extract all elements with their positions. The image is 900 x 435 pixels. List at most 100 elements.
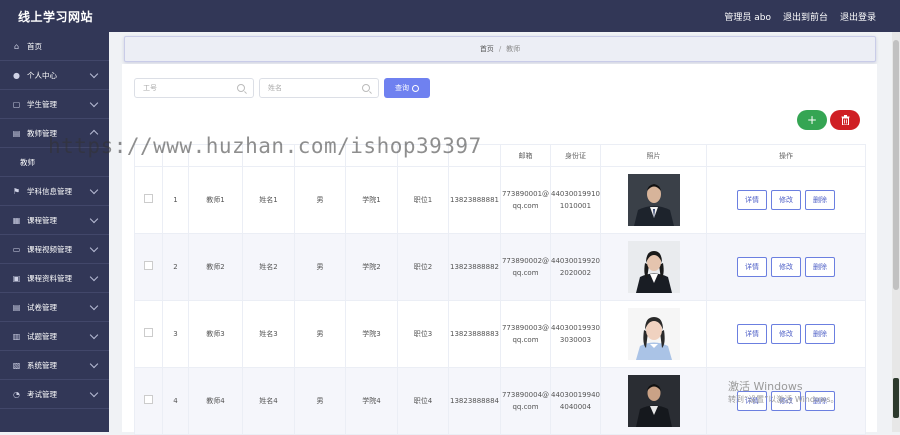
logout-link[interactable]: 退出登录 bbox=[840, 10, 876, 23]
search-icon bbox=[237, 84, 245, 92]
cell-index: 1 bbox=[162, 166, 189, 234]
employee-id-placeholder: 工号 bbox=[143, 84, 157, 92]
cell-email: 773890002@qq.com bbox=[500, 233, 551, 301]
name-search-input[interactable]: 姓名 bbox=[259, 78, 379, 98]
back-to-front-link[interactable]: 退出到前台 bbox=[783, 10, 828, 23]
cell-idcard: 440300199202020002 bbox=[550, 233, 601, 301]
header-actions: 操作 bbox=[706, 144, 866, 167]
url-watermark: https://www.huzhan.com/ishop39397 bbox=[48, 134, 482, 158]
breadcrumb-home[interactable]: 首页 bbox=[480, 44, 494, 54]
detail-button[interactable]: 详情 bbox=[737, 324, 767, 344]
teacher-photo bbox=[627, 174, 680, 226]
header-email: 邮箱 bbox=[500, 144, 551, 167]
trash-icon bbox=[841, 115, 849, 125]
cell-idcard: 440300199303030003 bbox=[550, 300, 601, 368]
row-checkbox[interactable] bbox=[144, 394, 153, 404]
chevron-down-icon bbox=[89, 330, 99, 340]
detail-button[interactable]: 详情 bbox=[737, 257, 767, 277]
breadcrumb-separator: / bbox=[498, 45, 502, 53]
cell-gender: 男 bbox=[294, 300, 346, 368]
cell-index: 3 bbox=[162, 300, 189, 368]
cell-position: 职位3 bbox=[397, 300, 449, 368]
student-icon: ▢ bbox=[12, 99, 21, 109]
table-row: 2 教师2 姓名2 男 学院2 职位2 13823888882 77389000… bbox=[134, 233, 866, 301]
teacher-photo bbox=[627, 241, 680, 293]
row-checkbox[interactable] bbox=[144, 260, 153, 270]
chevron-down-icon bbox=[89, 272, 99, 282]
row-checkbox[interactable] bbox=[144, 327, 153, 337]
teacher-photo bbox=[627, 375, 680, 427]
cell-name: 姓名1 bbox=[242, 166, 295, 234]
cell-teacher: 教师1 bbox=[188, 166, 243, 234]
user-icon: ● bbox=[13, 70, 20, 80]
add-button[interactable]: + bbox=[797, 110, 827, 130]
chevron-down-icon bbox=[89, 185, 99, 195]
question-icon: ▥ bbox=[12, 331, 21, 341]
delete-button[interactable]: 删除 bbox=[805, 257, 835, 277]
cell-phone: 13823888881 bbox=[448, 166, 501, 234]
chevron-down-icon bbox=[89, 388, 99, 398]
row-checkbox[interactable] bbox=[144, 193, 153, 203]
cell-gender: 男 bbox=[294, 367, 346, 435]
sidebar-item-label: 学科信息管理 bbox=[27, 186, 72, 196]
scrollbar[interactable] bbox=[892, 32, 900, 432]
edit-button[interactable]: 修改 bbox=[771, 190, 801, 210]
cell-teacher: 教师4 bbox=[188, 367, 243, 435]
sidebar-item-subjects[interactable]: ⚑ 学科信息管理 bbox=[0, 177, 109, 206]
sidebar-item-label: 首页 bbox=[27, 41, 42, 51]
detail-button[interactable]: 详情 bbox=[737, 190, 767, 210]
edit-button[interactable]: 修改 bbox=[771, 324, 801, 344]
chevron-down-icon bbox=[89, 243, 99, 253]
search-icon bbox=[362, 84, 370, 92]
batch-delete-button[interactable] bbox=[830, 110, 860, 130]
sidebar-item-label: 考试管理 bbox=[27, 389, 57, 399]
query-label: 查询 bbox=[395, 84, 409, 92]
cell-phone: 13823888882 bbox=[448, 233, 501, 301]
cell-idcard: 440300199101010001 bbox=[550, 166, 601, 234]
sidebar-item-students[interactable]: ▢ 学生管理 bbox=[0, 90, 109, 119]
sidebar-item-exam-papers[interactable]: ▤ 试卷管理 bbox=[0, 293, 109, 322]
sidebar-item-questions[interactable]: ▥ 试题管理 bbox=[0, 322, 109, 351]
chevron-down-icon bbox=[89, 98, 99, 108]
sidebar: ⌂ 首页 ● 个人中心 ▢ 学生管理 ▤ 教师管理 教师 ⚑ 学科信息管理 ▦ … bbox=[0, 32, 109, 432]
sidebar-item-courses[interactable]: ▦ 课程管理 bbox=[0, 206, 109, 235]
sidebar-item-course-materials[interactable]: ▣ 课程资料管理 bbox=[0, 264, 109, 293]
header-idcard: 身份证 bbox=[550, 144, 601, 167]
main-content: 工号 姓名 查询 + 邮箱 身份证 照片 操作 1 教师1 姓名1 男 学院1 … bbox=[122, 64, 877, 435]
cell-name: 姓名2 bbox=[242, 233, 295, 301]
sidebar-item-label: 课程管理 bbox=[27, 215, 57, 225]
delete-button[interactable]: 删除 bbox=[805, 190, 835, 210]
table-row: 3 教师3 姓名3 男 学院3 职位3 13823888883 77389000… bbox=[134, 300, 866, 368]
sidebar-item-course-videos[interactable]: ▭ 课程视频管理 bbox=[0, 235, 109, 264]
cell-college: 学院4 bbox=[345, 367, 398, 435]
sidebar-item-home[interactable]: ⌂ 首页 bbox=[0, 32, 109, 61]
query-button[interactable]: 查询 bbox=[384, 78, 430, 98]
sidebar-item-system[interactable]: ▧ 系统管理 bbox=[0, 351, 109, 380]
admin-user-label[interactable]: 管理员 abo bbox=[724, 10, 771, 23]
video-icon: ▭ bbox=[12, 244, 21, 254]
sidebar-item-profile[interactable]: ● 个人中心 bbox=[0, 61, 109, 90]
edit-button[interactable]: 修改 bbox=[771, 257, 801, 277]
delete-button[interactable]: 删除 bbox=[805, 324, 835, 344]
sidebar-item-label: 系统管理 bbox=[27, 360, 57, 370]
cell-college: 学院2 bbox=[345, 233, 398, 301]
activation-title: 激活 Windows bbox=[728, 380, 803, 393]
table-row: 1 教师1 姓名1 男 学院1 职位1 13823888881 77389000… bbox=[134, 166, 866, 234]
cell-email: 773890003@qq.com bbox=[500, 300, 551, 368]
cell-email: 773890004@qq.com bbox=[500, 367, 551, 435]
course-icon: ▦ bbox=[12, 215, 21, 225]
chevron-down-icon bbox=[89, 301, 99, 311]
cell-email: 773890001@qq.com bbox=[500, 166, 551, 234]
cell-phone: 13823888883 bbox=[448, 300, 501, 368]
windows-activation-watermark: 激活 Windows 转到“设置”以激活 Windows。 bbox=[728, 380, 839, 406]
scrollbar-thumb[interactable] bbox=[893, 40, 899, 290]
chevron-down-icon bbox=[89, 69, 99, 79]
cell-gender: 男 bbox=[294, 233, 346, 301]
cell-index: 2 bbox=[162, 233, 189, 301]
sidebar-item-label: 课程资料管理 bbox=[27, 273, 72, 283]
cell-college: 学院3 bbox=[345, 300, 398, 368]
cell-position: 职位2 bbox=[397, 233, 449, 301]
subject-icon: ⚑ bbox=[12, 186, 21, 196]
sidebar-item-exams[interactable]: ◔ 考试管理 bbox=[0, 380, 109, 409]
employee-id-search-input[interactable]: 工号 bbox=[134, 78, 254, 98]
